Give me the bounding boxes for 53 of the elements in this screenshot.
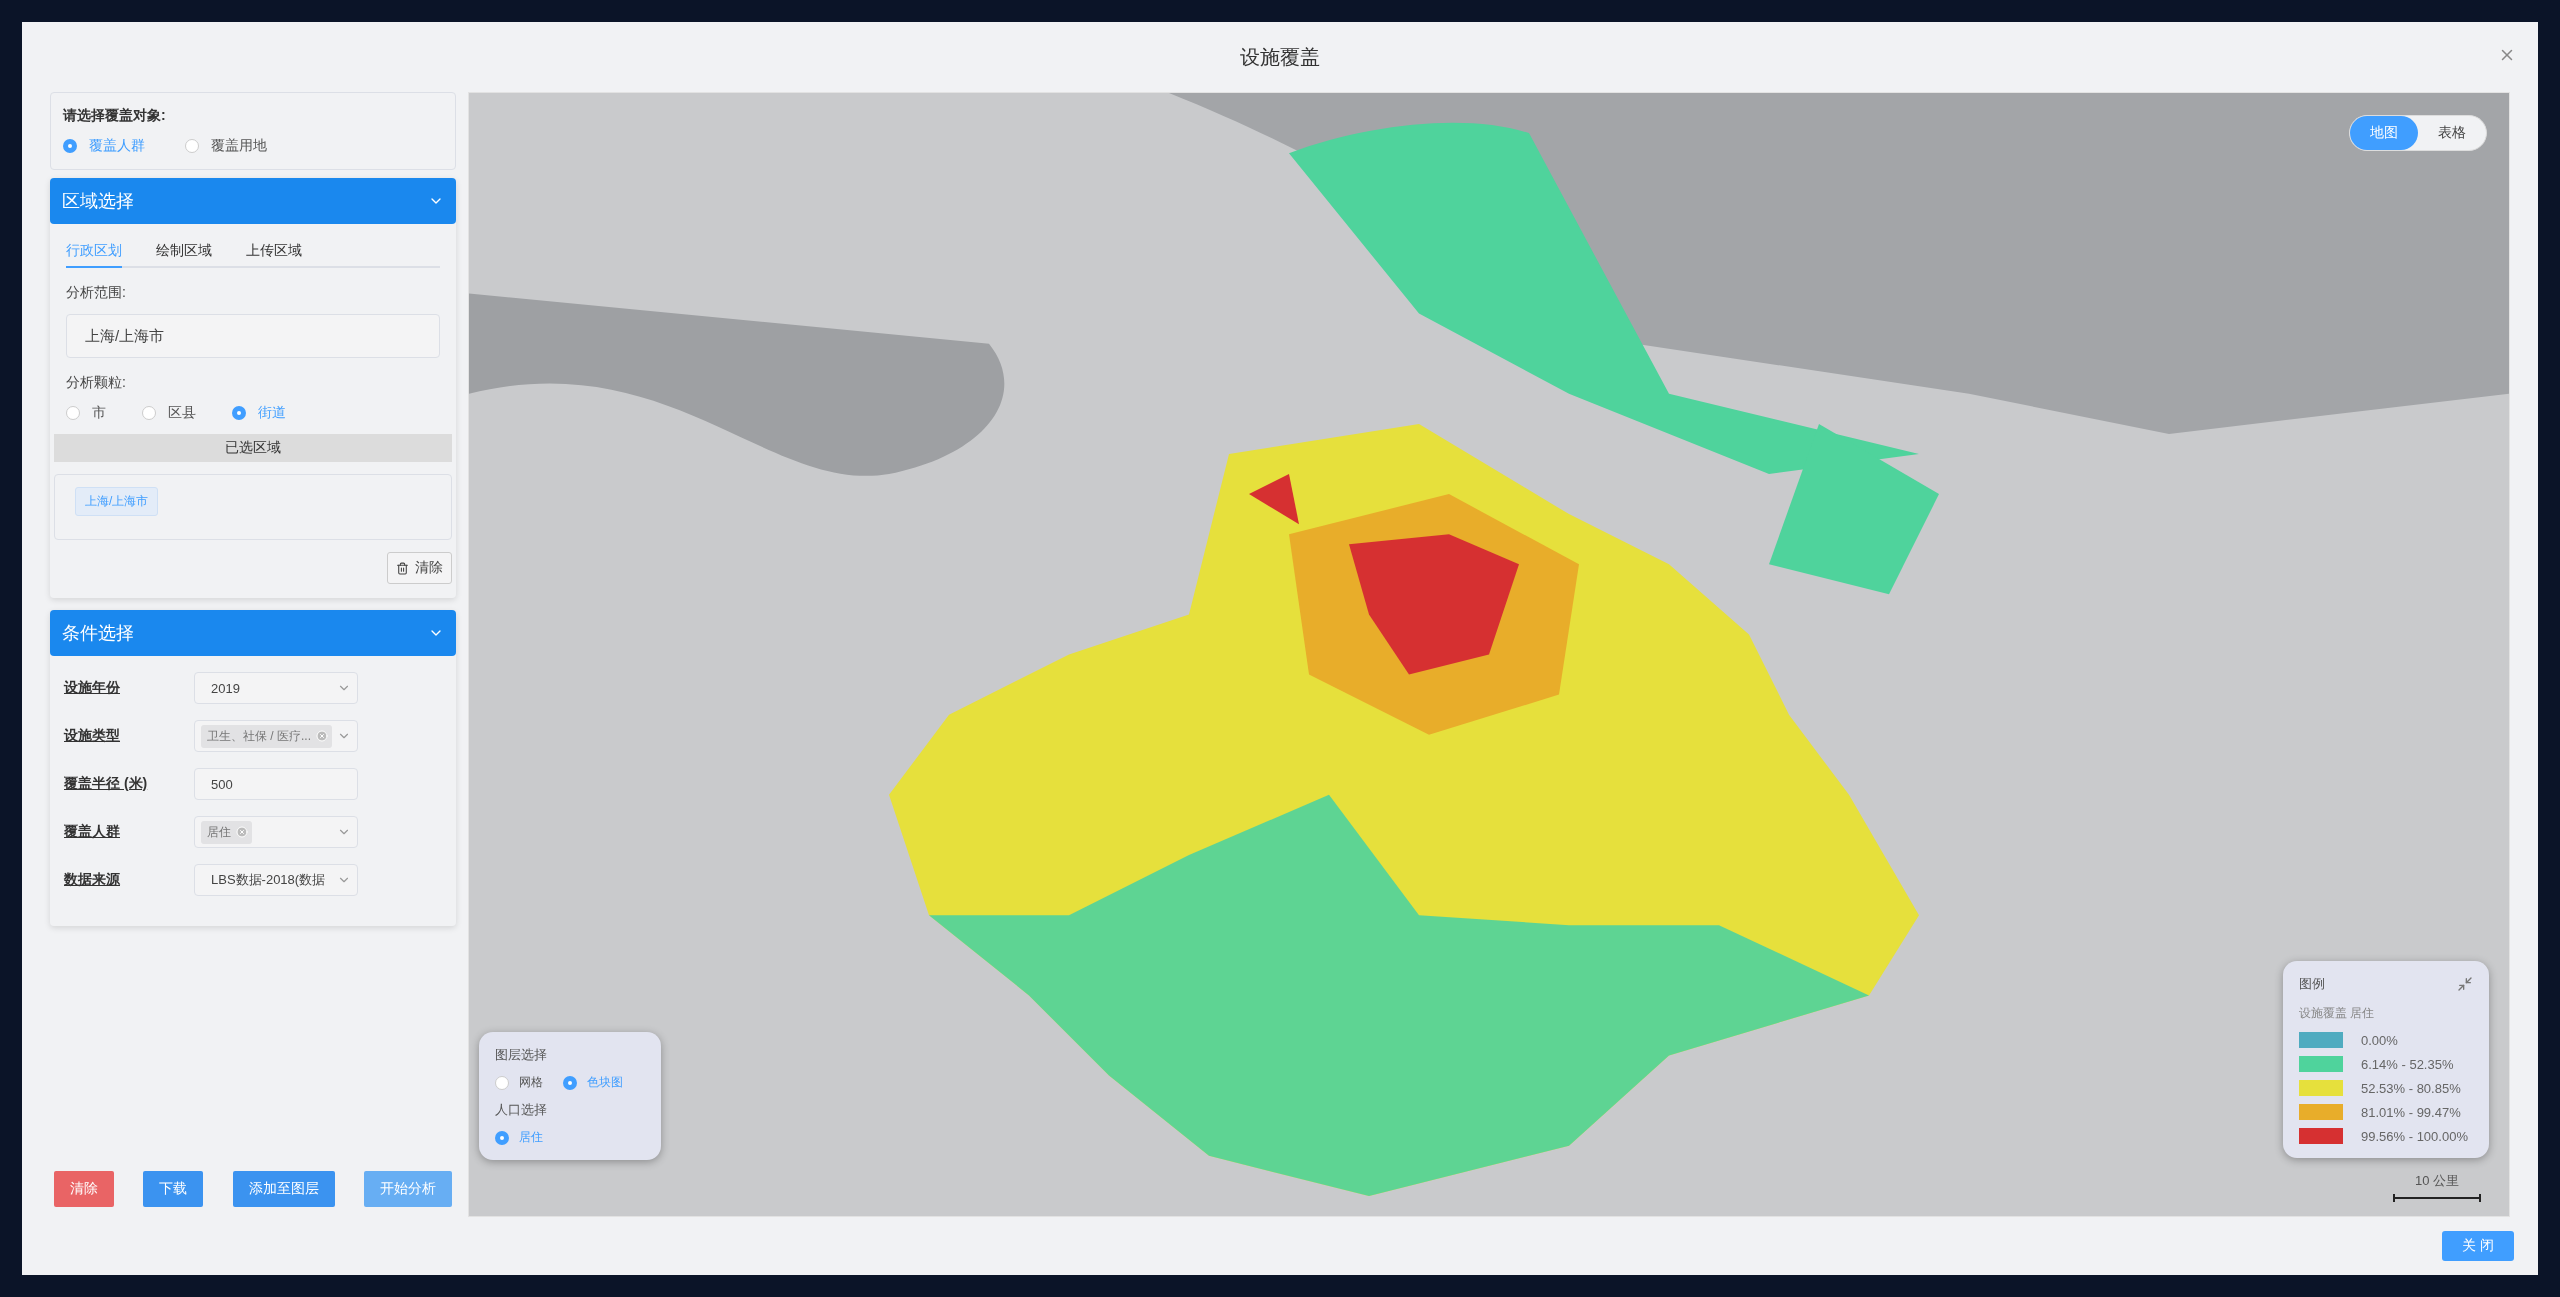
legend-label: 52.53% - 80.85%	[2361, 1080, 2461, 1096]
view-toggle-button[interactable]: 地图	[2350, 116, 2418, 150]
select-field[interactable]: LBS数据-2018(数据	[194, 864, 358, 896]
granularity-label: 分析颗粒:	[66, 374, 127, 392]
multi-select-field[interactable]: 卫生、社保 / 医疗...	[194, 720, 358, 752]
condition-label: 覆盖半径 (米)	[64, 775, 149, 793]
conditions-header[interactable]: 条件选择	[50, 610, 456, 656]
granularity-radio[interactable]: 街道	[232, 404, 286, 422]
legend-label: 6.14% - 52.35%	[2361, 1056, 2454, 1072]
region-tag: 上海/上海市	[75, 487, 159, 516]
legend-label: 99.56% - 100.00%	[2361, 1128, 2468, 1144]
scale-label: 10 公里	[2414, 1172, 2460, 1190]
legend-title: 图例	[2299, 975, 2325, 993]
region-tab[interactable]: 绘制区域	[156, 238, 212, 268]
trash-icon	[396, 561, 409, 575]
legend-label: 0.00%	[2361, 1032, 2398, 1048]
legend-subtitle: 设施覆盖 居住	[2299, 1005, 2376, 1022]
selected-region-header: 已选区域	[54, 434, 452, 462]
view-toggle-button[interactable]: 表格	[2418, 116, 2486, 150]
remove-tag-icon[interactable]	[316, 730, 328, 742]
condition-label: 覆盖人群	[64, 823, 121, 841]
select-field[interactable]: 2019	[194, 672, 358, 704]
radius-field[interactable]: 500	[194, 768, 358, 800]
action-button[interactable]: 开始分析	[364, 1171, 452, 1207]
scope-label: 分析范围:	[66, 284, 127, 302]
population-radio[interactable]: 居住	[495, 1129, 543, 1146]
action-button[interactable]: 添加至图层	[232, 1171, 335, 1207]
action-button[interactable]: 清除	[54, 1171, 114, 1207]
condition-label: 设施类型	[64, 727, 121, 745]
target-radio[interactable]: 覆盖人群	[63, 137, 145, 155]
condition-label: 设施年份	[64, 679, 121, 697]
clear-button[interactable]: 清除	[387, 552, 452, 584]
target-label: 请选择覆盖对象:	[63, 107, 167, 125]
layer-radio[interactable]: 色块图	[563, 1074, 623, 1091]
layer-title: 图层选择	[495, 1046, 548, 1064]
dialog-title: 设施覆盖	[1240, 44, 1320, 70]
granularity-radio[interactable]: 市	[66, 404, 106, 422]
granularity-radio[interactable]: 区县	[142, 404, 196, 422]
population-title: 人口选择	[495, 1101, 548, 1119]
layer-radio[interactable]: 网格	[495, 1074, 543, 1091]
region-header[interactable]: 区域选择	[50, 178, 456, 224]
action-button[interactable]: 下载	[143, 1171, 204, 1207]
collapse-icon[interactable]	[2457, 976, 2473, 992]
region-tab[interactable]: 行政区划	[66, 238, 122, 268]
scope-field[interactable]: 上海/上海市	[66, 314, 440, 358]
multi-select-field[interactable]: 居住	[194, 816, 358, 848]
region-tab[interactable]: 上传区域	[246, 238, 302, 268]
target-radio[interactable]: 覆盖用地	[185, 137, 267, 155]
legend-label: 81.01% - 99.47%	[2361, 1104, 2461, 1120]
condition-label: 数据来源	[64, 871, 121, 889]
remove-tag-icon[interactable]	[236, 826, 248, 838]
scale-bar-icon	[2393, 1194, 2481, 1202]
close-button[interactable]: 关 闭	[2442, 1231, 2514, 1261]
